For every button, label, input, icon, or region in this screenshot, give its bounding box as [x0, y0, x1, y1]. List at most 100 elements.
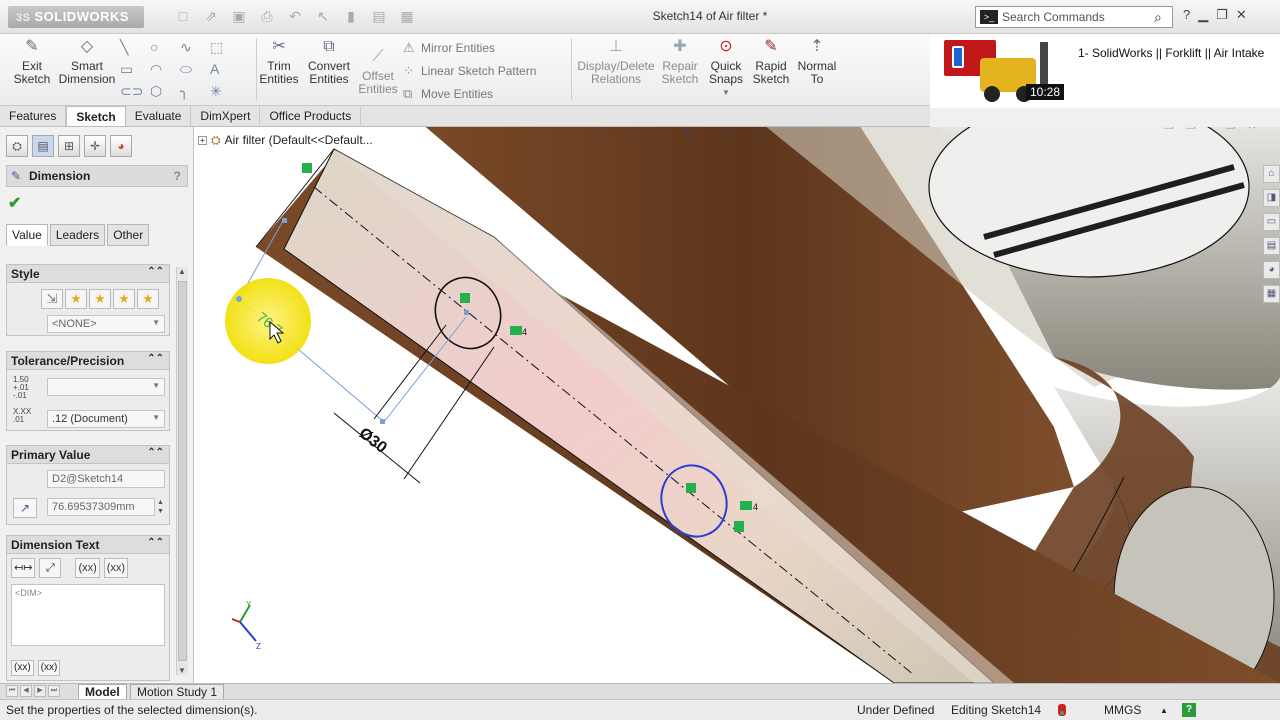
center-dimension-button[interactable]: (xx) [103, 558, 129, 578]
rebuild-status-icon[interactable] [1058, 704, 1066, 716]
delete-style-icon[interactable]: ★ [89, 289, 111, 309]
video-thumbnail[interactable]: 10:28 [940, 38, 1065, 102]
design-library-icon[interactable]: ◨ [1263, 189, 1280, 207]
dimension-name-field[interactable]: D2@Sketch14 [47, 470, 165, 488]
trim-entities-button[interactable]: ✂ Trim Entities [258, 36, 300, 86]
primary-value-heading[interactable]: Primary Value ⌃⌃ [7, 446, 169, 464]
collapse-icon[interactable]: ⌃⌃ [147, 353, 164, 364]
rectangle-icon[interactable]: ▭ [120, 60, 150, 78]
file-properties-icon[interactable]: ▤ [371, 8, 387, 24]
tolerance-select[interactable]: ▼ [47, 378, 165, 396]
first-tab-icon[interactable]: ⏮ [6, 685, 18, 697]
fillet-icon[interactable]: ╮ [180, 82, 210, 100]
quick-snaps-button[interactable]: ⊙ Quick Snaps ▼ [706, 36, 746, 99]
collapse-icon[interactable]: ⌃⌃ [147, 447, 164, 458]
normal-to-button[interactable]: ⇡ Normal To [796, 36, 838, 86]
configuration-manager-icon[interactable]: ⊞ [58, 135, 80, 157]
solidworks-logo[interactable]: 3S SOLIDWORKS [8, 6, 144, 28]
line-icon[interactable]: ╲ [120, 38, 150, 56]
close-button[interactable]: ✕ [1236, 7, 1247, 23]
view-palette-icon[interactable]: ▤ [1263, 237, 1280, 255]
style-heading[interactable]: Style ⌃⌃ [7, 265, 169, 283]
plane-icon[interactable]: ⬚ [210, 38, 240, 56]
convert-entities-button[interactable]: ⧉ Convert Entities [304, 36, 354, 86]
restore-viewport-icon[interactable]: ❐ [1164, 127, 1174, 132]
dimension-value-field[interactable]: 76.69537309mm [47, 498, 155, 516]
appearances-icon[interactable]: ◕ [1263, 261, 1280, 279]
search-input[interactable]: Search Commands [1002, 10, 1154, 24]
save-icon[interactable]: ▣ [231, 8, 247, 24]
text-justify-icon[interactable]: ↤↦ [11, 558, 36, 578]
relation-marker[interactable] [686, 483, 696, 493]
file-explorer-icon[interactable]: ▭ [1263, 213, 1280, 231]
units-system[interactable]: MMGS [1104, 703, 1141, 717]
expand-icon[interactable]: + [198, 136, 207, 145]
tab-office-products[interactable]: Office Products [260, 106, 362, 126]
leader-icon[interactable]: ⤢ [39, 558, 62, 578]
minimize-button[interactable]: ▁ [1198, 7, 1208, 23]
dimension-text-heading[interactable]: Dimension Text ⌃⌃ [7, 536, 169, 554]
slot-icon[interactable]: ⊂⊃ [120, 82, 150, 100]
dimxpert-manager-icon[interactable]: ✛ [84, 135, 106, 157]
undo-icon[interactable]: ↶ [287, 8, 303, 24]
collapse-icon[interactable]: ⌃⌃ [147, 266, 164, 277]
custom-properties-icon[interactable]: ▦ [1263, 285, 1280, 303]
polygon-icon[interactable]: ⬡ [150, 82, 180, 100]
close-viewport-icon[interactable]: ✕ [1248, 127, 1257, 132]
search-icon[interactable]: ⌕ [1154, 9, 1172, 26]
display-style-icon[interactable]: ◎ [759, 127, 769, 140]
relation-marker[interactable] [302, 163, 312, 173]
help-icon[interactable]: ? [1183, 7, 1190, 23]
restore-button[interactable]: ❐ [1216, 7, 1228, 23]
relation-marker[interactable] [510, 326, 522, 335]
property-manager-icon[interactable]: ▤ [32, 135, 54, 157]
maximize-viewport-icon[interactable]: ❐ [1226, 127, 1236, 132]
rapid-sketch-button[interactable]: ✎ Rapid Sketch [750, 36, 792, 86]
mirror-entities-button[interactable]: ⚠ Mirror Entities [403, 38, 536, 61]
repair-sketch-button[interactable]: ✚ Repair Sketch [660, 36, 700, 86]
circle-icon[interactable]: ○ [150, 38, 180, 56]
apply-default-style-icon[interactable]: ⇲ [41, 289, 63, 309]
last-tab-icon[interactable]: ⏭ [48, 685, 60, 697]
tab-motion-study-1[interactable]: Motion Study 1 [130, 684, 225, 700]
offset-entities-button[interactable]: ⟋ Offset Entities [356, 46, 400, 96]
new-document-icon[interactable]: □ [175, 8, 191, 24]
tab-other[interactable]: Other [107, 224, 150, 246]
view-orientation-icon[interactable]: ⧉ [723, 127, 732, 140]
tab-dimxpert[interactable]: DimXpert [191, 106, 261, 126]
rebuild-icon[interactable]: ▮ [343, 8, 359, 24]
search-commands[interactable]: >_ Search Commands ⌕ [975, 6, 1173, 28]
value-spinner[interactable]: ▲ ▼ [157, 498, 164, 516]
tile-viewport-icon[interactable]: ❐ [1186, 127, 1196, 132]
precision-select[interactable]: .12 (Document) ▼ [47, 410, 165, 428]
exit-sketch-button[interactable]: ✎ Exit Sketch [10, 36, 54, 86]
tab-leaders[interactable]: Leaders [49, 224, 106, 246]
tab-value[interactable]: Value [6, 224, 48, 246]
video-title[interactable]: 1- SolidWorks || Forklift || Air Intake [1078, 46, 1264, 60]
add-parentheses-button[interactable]: (xx) [75, 558, 100, 578]
point-icon[interactable]: ✳ [210, 82, 240, 100]
tab-evaluate[interactable]: Evaluate [125, 106, 192, 126]
previous-view-icon[interactable]: ↖ [623, 127, 633, 140]
dimension-value-icon[interactable]: ↗ [13, 498, 37, 518]
arc-icon[interactable]: ◠ [150, 60, 180, 78]
load-style-icon[interactable]: ★ [137, 289, 159, 309]
open-icon[interactable]: ⇗ [203, 8, 219, 24]
tolerance-heading[interactable]: Tolerance/Precision ⌃⌃ [7, 352, 169, 370]
next-tab-icon[interactable]: ▶ [34, 685, 46, 697]
dimension-text-area[interactable]: <DIM> [11, 584, 165, 646]
dim-diameter-text[interactable]: Ø30 [356, 425, 390, 457]
zoom-area-icon[interactable]: ⌕ [607, 127, 614, 140]
pm-scrollbar[interactable]: ▲ ▼ [176, 267, 188, 675]
collapse-icon[interactable]: ⌃⌃ [147, 537, 164, 548]
tab-features[interactable]: Features [0, 106, 67, 126]
video-overlay[interactable]: 10:28 1- SolidWorks || Forklift || Air I… [930, 34, 1280, 108]
relation-marker[interactable] [460, 293, 470, 303]
checkmark-icon[interactable]: ✔ [8, 193, 21, 213]
help-icon[interactable]: ? [1182, 703, 1196, 717]
text-icon[interactable]: A [210, 60, 240, 78]
smart-dimension-button[interactable]: ◇ Smart Dimension [58, 36, 116, 86]
chevron-down-icon[interactable]: ▼ [706, 86, 746, 99]
relation-marker[interactable] [740, 501, 752, 510]
ellipse-icon[interactable]: ⬭ [180, 60, 210, 78]
